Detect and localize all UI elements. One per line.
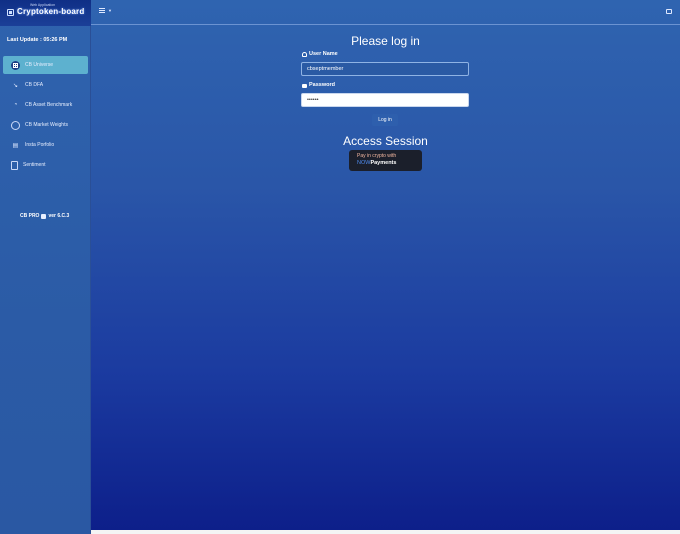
nowpayments-button[interactable]: Pay in crypto with NOWPayments — [349, 150, 422, 171]
password-label: Password — [302, 82, 335, 88]
sidebar-item-insta-porfolio[interactable]: ▤ Insta Porfolio — [3, 136, 88, 154]
version-number: ver 6.C.3 — [48, 213, 70, 219]
brand-name: Cryptoken-board — [17, 7, 85, 16]
gauge-icon: ◔ — [13, 102, 18, 108]
sidebar-item-label: Sentiment — [23, 162, 46, 168]
main-content: ▼ Please log in User Name Password Log i… — [91, 0, 680, 530]
caret-down-icon: ▼ — [108, 8, 112, 13]
sidebar-item-cb-market-weights[interactable]: CB Market Weights — [3, 116, 88, 134]
grid-icon — [11, 60, 20, 70]
sidebar-item-label: CB Market Weights — [25, 122, 68, 128]
menu-toggle-button[interactable]: ▼ — [99, 8, 112, 13]
cube-logo-icon — [7, 9, 14, 16]
access-session-title: Access Session — [343, 134, 428, 148]
version-label: CB PRO ver 6.C.3 — [20, 213, 69, 219]
sidebar-item-label: CB Universe — [25, 62, 54, 68]
sidebar-item-cb-universe[interactable]: CB Universe — [3, 56, 88, 74]
version-prefix: CB PRO — [20, 213, 40, 219]
bottom-strip — [91, 530, 680, 534]
sidebar-item-cb-dfa[interactable]: ↘ CB DFA — [3, 76, 88, 94]
lock-icon — [302, 83, 307, 88]
top-navbar: ▼ — [91, 0, 680, 25]
user-icon — [302, 51, 307, 57]
sidebar-item-cb-asset-benchmark[interactable]: ◔ CB Asset Benchmark — [3, 96, 88, 114]
hamburger-icon — [99, 8, 105, 13]
sidebar-item-label: CB Asset Benchmark — [25, 102, 73, 108]
last-update-text: Last Update : 05:26 PM — [7, 37, 68, 43]
chart-icon: ↘ — [12, 82, 19, 89]
sidebar-item-label: CB DFA — [25, 82, 44, 88]
login-button[interactable]: Log in — [372, 114, 398, 126]
username-input[interactable] — [301, 62, 469, 76]
sidebar-item-sentiment[interactable]: Sentiment — [3, 156, 88, 174]
briefcase-icon: ▤ — [12, 142, 19, 149]
username-label: User Name — [302, 51, 338, 57]
calculator-icon — [41, 213, 47, 219]
sidebar: Web Application Cryptoken-board Last Upd… — [0, 0, 91, 534]
brand-header[interactable]: Web Application Cryptoken-board — [0, 0, 91, 26]
pay-caption: Pay in crypto with — [357, 153, 397, 159]
pie-icon — [11, 120, 20, 130]
sidebar-item-label: Insta Porfolio — [25, 142, 55, 148]
sidebar-nav: CB Universe ↘ CB DFA ◔ CB Asset Benchmar… — [3, 56, 88, 176]
window-icon[interactable] — [666, 9, 672, 14]
document-icon — [11, 160, 18, 170]
password-input[interactable] — [301, 93, 469, 107]
login-title: Please log in — [351, 34, 420, 48]
nowpayments-logo: NOWPayments — [357, 160, 397, 166]
